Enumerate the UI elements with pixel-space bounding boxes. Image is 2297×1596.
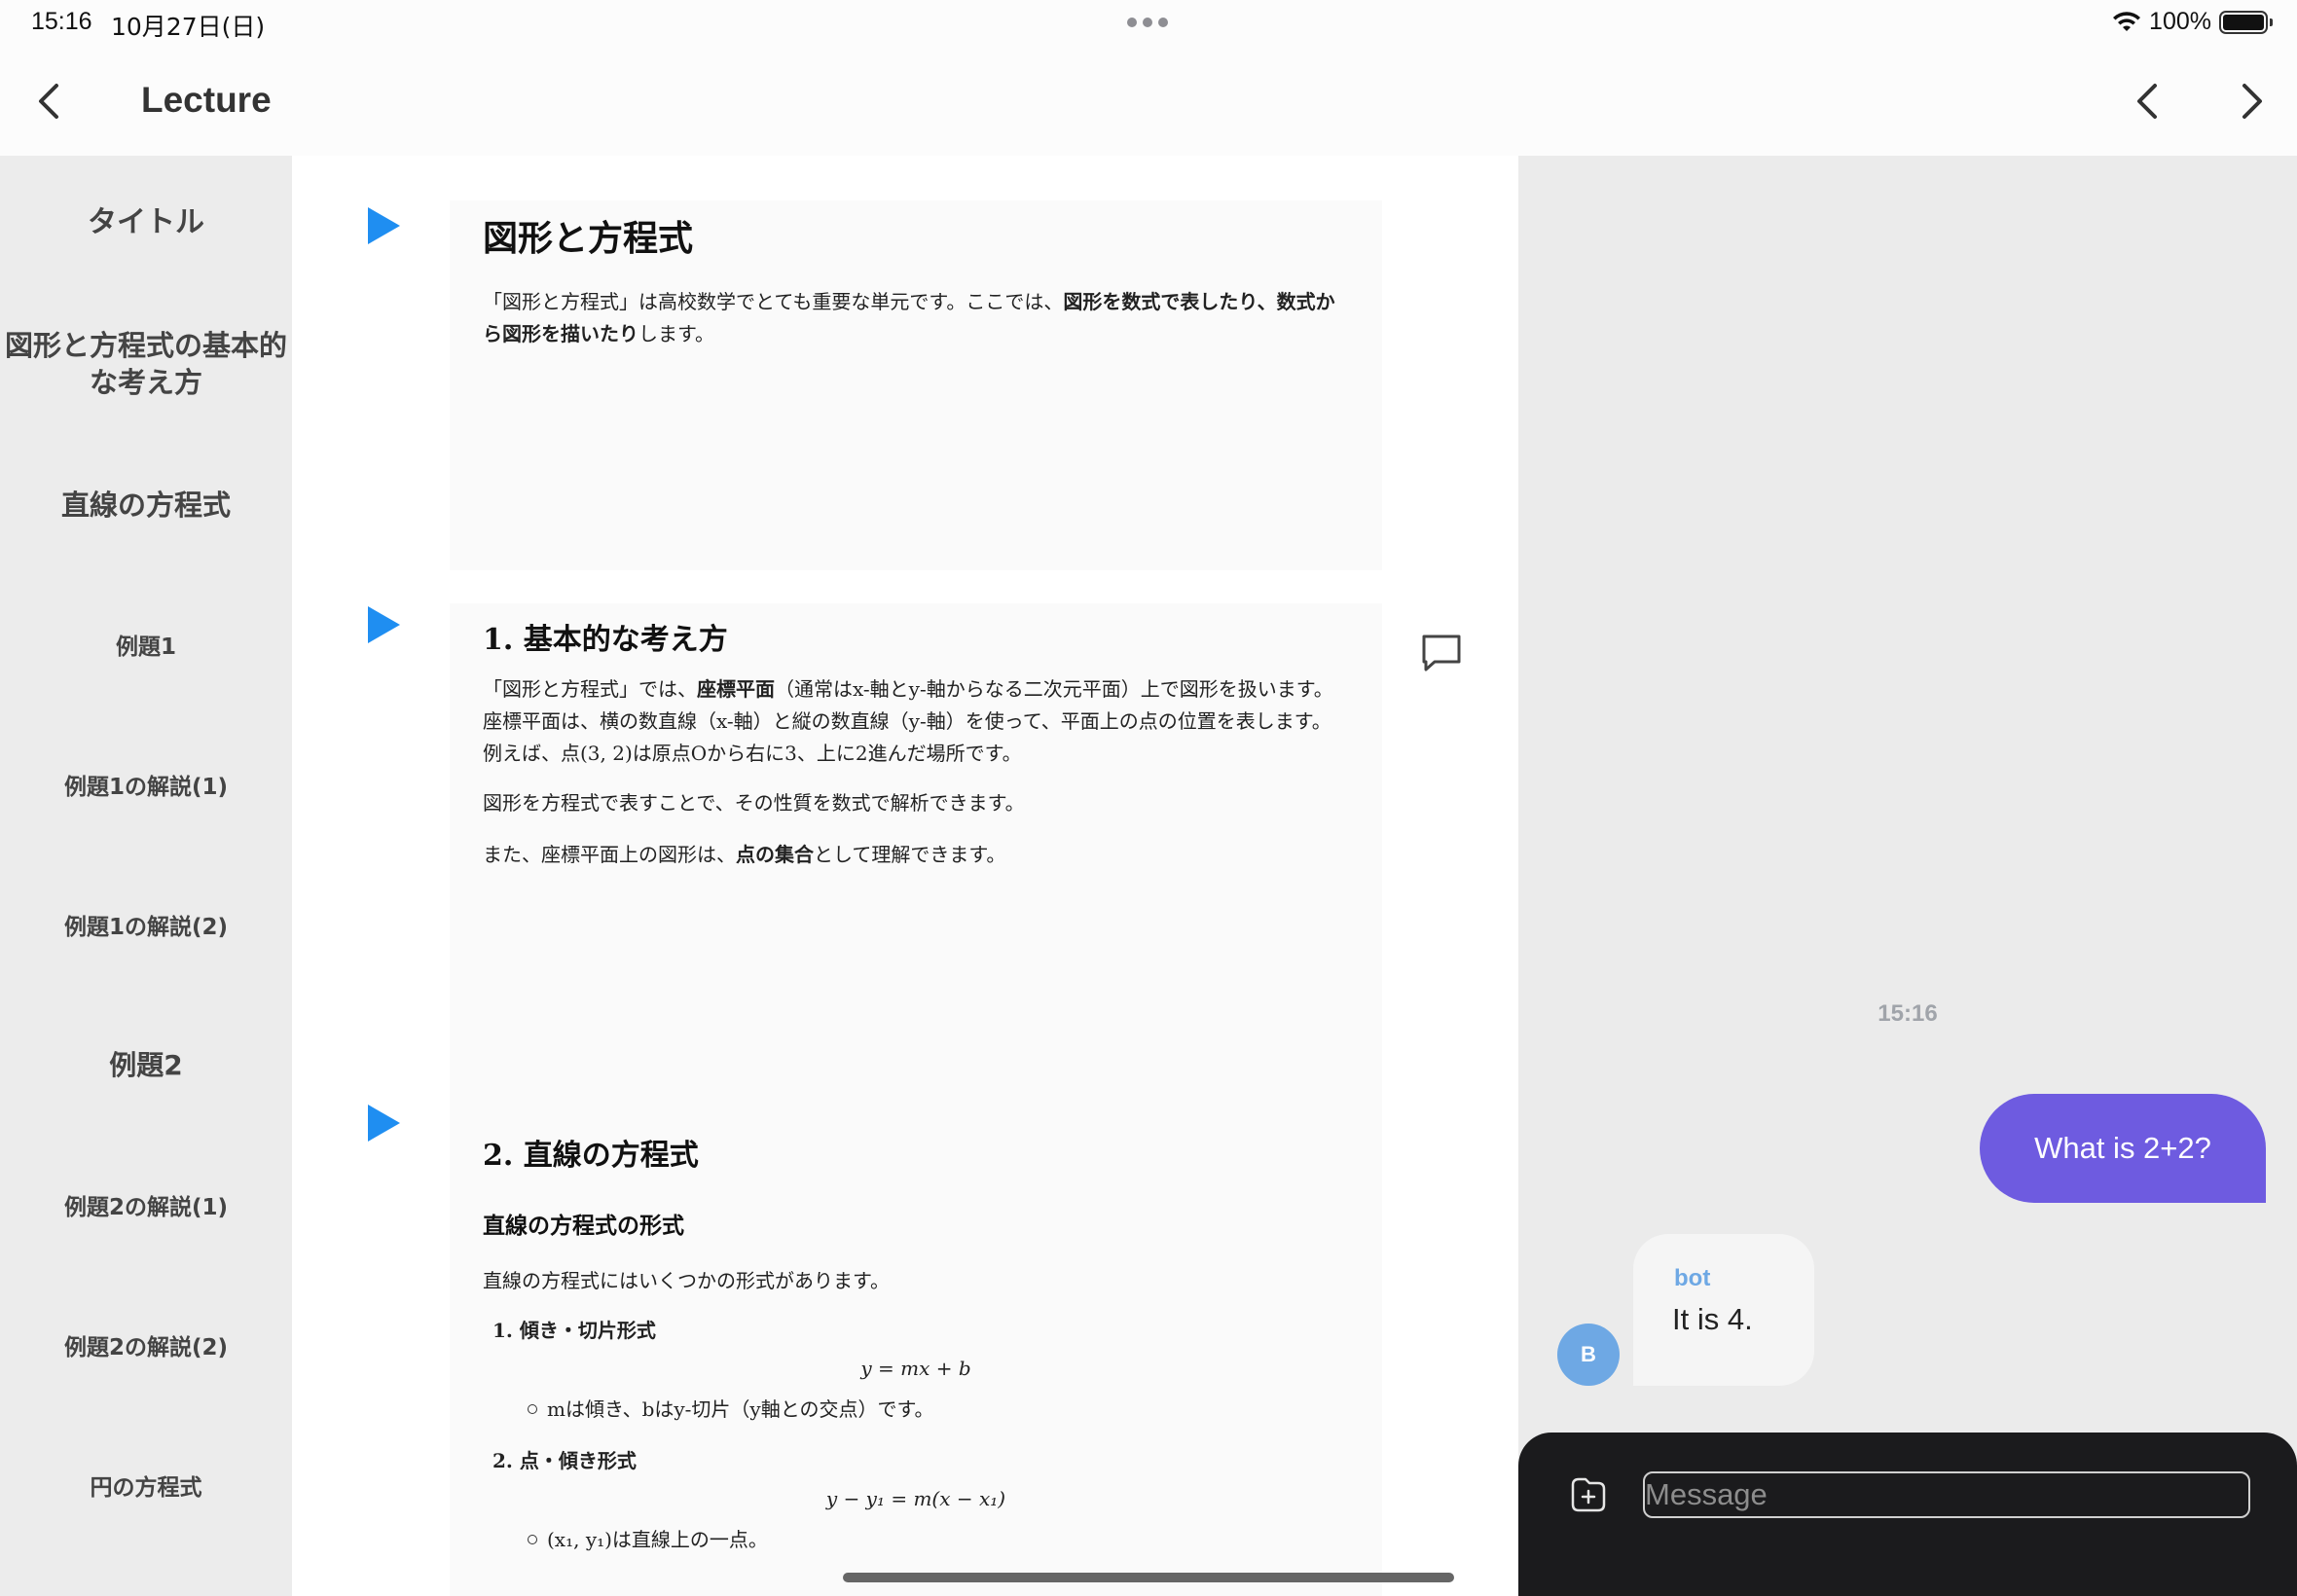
battery-icon <box>2219 10 2273 34</box>
sidebar-item-basic-concept[interactable]: 図形と方程式の基本的な考え方 <box>0 327 292 401</box>
slide-paragraph: 直線の方程式にはいくつかの形式があります。 <box>483 1269 890 1292</box>
ordered-list-item: 1. 傾き・切片形式 <box>492 1319 656 1342</box>
slide-line-equation: 2. 直線の方程式 直線の方程式の形式 直線の方程式にはいくつかの形式があります… <box>450 1119 1382 1596</box>
status-bar: 15:16 10月27日(日) 100% <box>0 0 2297 47</box>
message-composer <box>1518 1433 2297 1596</box>
back-chevron-icon[interactable] <box>21 72 80 130</box>
status-right: 100% <box>2112 8 2273 36</box>
sidebar-item-example2[interactable]: 例題2 <box>0 1047 292 1084</box>
sidebar-item-title[interactable]: タイトル <box>0 204 292 241</box>
slide-heading: 図形と方程式 <box>483 218 694 259</box>
bot-message-bubble: bot It is 4. <box>1633 1234 1814 1386</box>
attach-file-icon[interactable] <box>1565 1471 1612 1518</box>
formula: y = mx + b <box>860 1357 971 1380</box>
play-audio-icon[interactable] <box>364 1102 403 1144</box>
sidebar-item-example1-explanation1[interactable]: 例題1の解説(1) <box>0 769 292 806</box>
slide-paragraph: 「図形と方程式」は高校数学でとても重要な単元です。ここでは、図形を数式で表したり… <box>483 286 1349 350</box>
bold-text: 点の集合 <box>736 843 814 866</box>
status-time: 15:16 <box>31 8 92 35</box>
comment-icon[interactable] <box>1419 631 1464 675</box>
user-message-bubble: What is 2+2? <box>1980 1094 2266 1203</box>
text-span: また、座標平面上の図形は、 <box>483 843 736 866</box>
slide-heading: 2. 直線の方程式 <box>483 1139 699 1173</box>
play-audio-icon[interactable] <box>364 204 403 247</box>
bullet-item: (x₁, y₁)は直線上の一点。 <box>483 1524 1349 1552</box>
sidebar-item-line-equation[interactable]: 直線の方程式 <box>0 487 292 524</box>
wifi-icon <box>2113 11 2141 31</box>
page-title: Lecture <box>141 80 272 120</box>
avatar: B <box>1557 1324 1620 1386</box>
slides-area: 図形と方程式 「図形と方程式」は高校数学でとても重要な単元です。ここでは、図形を… <box>292 156 1518 1596</box>
sidebar-item-example1[interactable]: 例題1 <box>0 629 292 666</box>
slide-paragraph: 図形を方程式で表すことで、その性質を数式で解析できます。 <box>483 791 1025 815</box>
text-span: します。 <box>638 322 714 345</box>
slide-paragraph: また、座標平面上の図形は、点の集合として理解できます。 <box>483 839 1349 871</box>
text-span: mは傾き、bはy-切片（y軸との交点）です。 <box>547 1397 934 1421</box>
multitasking-dots-icon[interactable] <box>1127 18 1168 27</box>
sidebar-item-example1-explanation2[interactable]: 例題1の解説(2) <box>0 909 292 946</box>
sidebar-item-circle-equation[interactable]: 円の方程式 <box>0 1469 292 1506</box>
text-span: (x₁, y₁)は直線上の一点。 <box>547 1528 768 1551</box>
bold-text: 座標平面 <box>697 677 775 701</box>
bullet-item: mは傾き、bはy-切片（y軸との交点）です。 <box>483 1394 1349 1422</box>
horizontal-scrollbar[interactable] <box>843 1573 1454 1582</box>
next-slide-chevron-icon[interactable] <box>2221 72 2279 130</box>
bot-name: bot <box>1674 1265 1711 1291</box>
nav-bar: Lecture <box>0 47 2297 156</box>
ordered-list-item: 2. 点・傾き形式 <box>492 1449 637 1472</box>
slide-heading: 1. 基本的な考え方 <box>483 623 728 657</box>
formula: y − y₁ = m(x − x₁) <box>825 1487 1006 1510</box>
slide-subheading: 直線の方程式の形式 <box>483 1213 684 1239</box>
text-span: として理解できます。 <box>814 843 1006 866</box>
slide-paragraph: 「図形と方程式」では、座標平面（通常はx-軸とy-軸からなる二次元平面）上で図形… <box>483 673 1349 770</box>
status-date: 10月27日(日) <box>111 13 266 41</box>
slide-index-sidebar: タイトル 図形と方程式の基本的な考え方 直線の方程式 例題1 例題1の解説(1)… <box>0 156 292 1596</box>
battery-percent: 100% <box>2149 8 2211 35</box>
bot-message-text: It is 4. <box>1672 1302 1753 1336</box>
play-audio-icon[interactable] <box>364 603 403 646</box>
text-span: 「図形と方程式」では、 <box>483 677 697 701</box>
message-input[interactable] <box>1643 1471 2250 1518</box>
chat-panel: 15:16 What is 2+2? bot It is 4. B <box>1518 156 2297 1596</box>
previous-slide-chevron-icon[interactable] <box>2120 72 2178 130</box>
text-span: 「図形と方程式」は高校数学でとても重要な単元です。ここでは、 <box>483 290 1064 313</box>
sidebar-item-example2-explanation1[interactable]: 例題2の解説(1) <box>0 1189 292 1226</box>
chat-timestamp: 15:16 <box>1878 1000 1938 1027</box>
sidebar-item-example2-explanation2[interactable]: 例題2の解説(2) <box>0 1329 292 1366</box>
slide-title: 図形と方程式 「図形と方程式」は高校数学でとても重要な単元です。ここでは、図形を… <box>450 200 1382 570</box>
